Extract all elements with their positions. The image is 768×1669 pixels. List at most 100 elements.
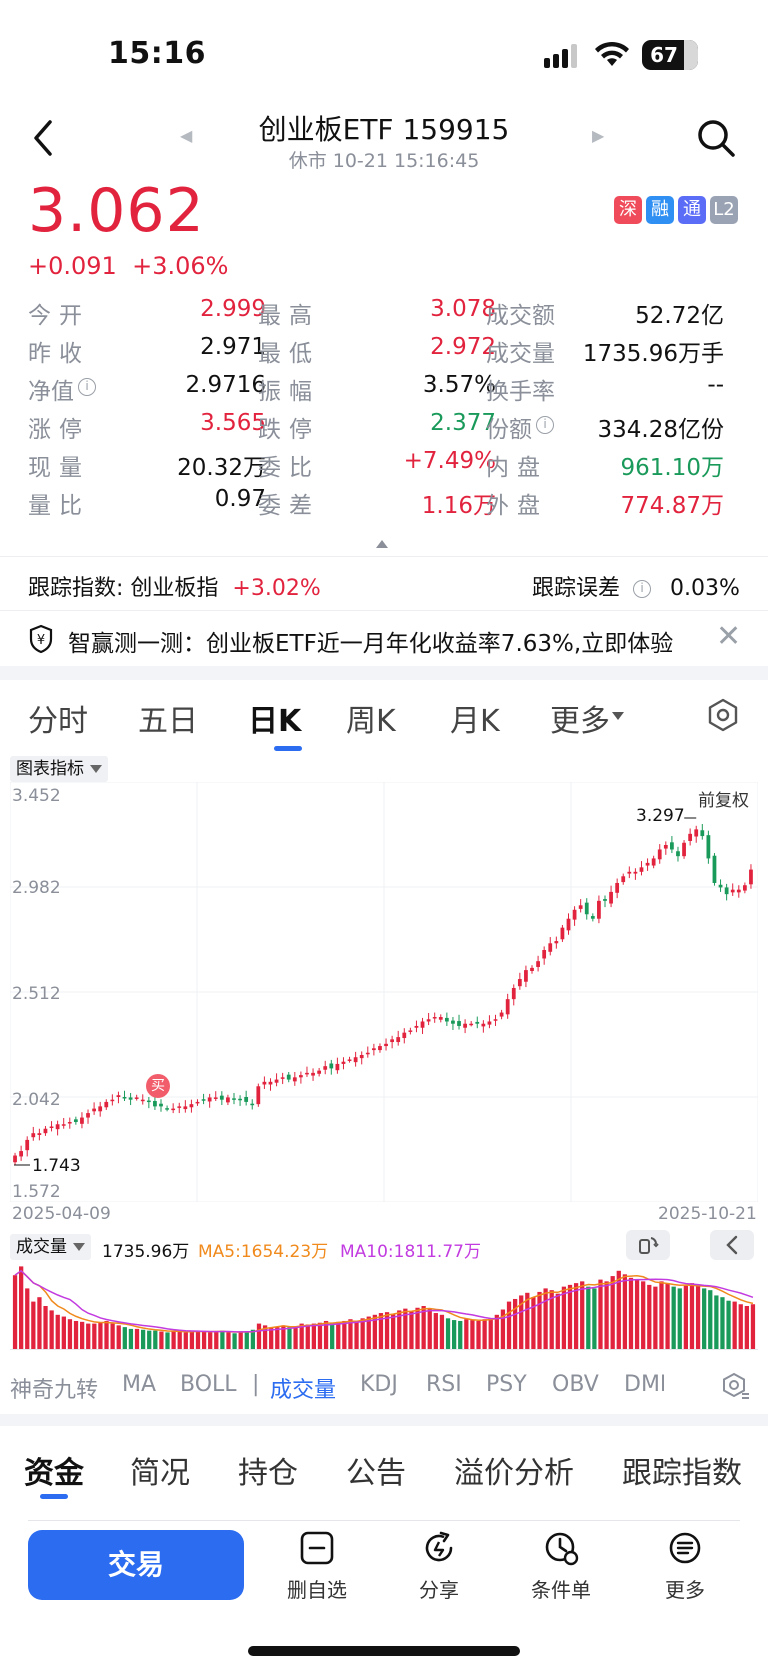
quote-row: 量比 0.97 委差 1.16万 外盘 774.87万 [28, 486, 740, 526]
volume-bar [445, 1318, 451, 1350]
candle-body [61, 1124, 66, 1126]
indicator-tab[interactable]: KDJ [360, 1372, 398, 1397]
indicator-tab[interactable]: PSY [486, 1372, 527, 1397]
indicator-tab[interactable]: RSI [426, 1372, 462, 1397]
volume-bar [189, 1331, 195, 1350]
volume-bar [250, 1329, 256, 1350]
quote-value-outer: 774.87万 [620, 493, 724, 519]
volume-bar [488, 1318, 493, 1350]
info-icon[interactable]: i [536, 416, 554, 434]
candle-body [590, 916, 595, 919]
quote-label-vol-ratio: 量比 [28, 493, 90, 519]
volume-bar [159, 1331, 164, 1350]
period-tab[interactable]: 更多 [550, 696, 610, 740]
candle-body [603, 899, 607, 901]
quote-label-inner: 内盘 [486, 455, 548, 481]
candle-body [457, 1021, 461, 1026]
candle-body [262, 1081, 267, 1085]
candle-body [286, 1074, 291, 1080]
promo-banner[interactable]: 智赢测一测：创业板ETF近一月年化收益率7.63%,立即体验 [68, 624, 673, 658]
volume-indicator-button[interactable]: 成交量 [10, 1234, 91, 1260]
candle-body [530, 967, 534, 971]
info-icon[interactable]: i [633, 580, 652, 598]
section-separator [0, 666, 768, 680]
period-tab[interactable]: 分时 [28, 696, 88, 740]
candle-body [201, 1099, 206, 1101]
indicator-tab[interactable]: OBV [552, 1372, 599, 1397]
detail-tab[interactable]: 简况 [130, 1448, 190, 1492]
volume-bar [415, 1307, 420, 1350]
volume-bar [311, 1323, 317, 1350]
period-tab[interactable]: 周K [346, 696, 396, 740]
detail-tab[interactable]: 跟踪指数 [622, 1448, 742, 1492]
candle-body [353, 1057, 358, 1063]
collapse-quote-icon[interactable] [376, 540, 388, 548]
caret-down-icon[interactable] [612, 712, 624, 720]
candle-body [420, 1021, 425, 1028]
volume-bar [98, 1322, 103, 1350]
candle-body [688, 833, 693, 841]
quote-row: 涨停 3.565 跌停 2.377 份额 i 334.28亿份 [28, 410, 740, 450]
collapse-chart-button[interactable] [710, 1230, 754, 1260]
detail-tab[interactable]: 公告 [346, 1448, 406, 1492]
candle-body [43, 1128, 48, 1134]
indicator-tab[interactable]: DMI [624, 1372, 664, 1397]
divider [0, 610, 768, 611]
period-tab[interactable]: 五日 [138, 696, 198, 740]
candle-body [378, 1046, 382, 1051]
chevron-left-icon [726, 1235, 738, 1255]
volume-bar [275, 1327, 280, 1350]
candle-body [524, 970, 528, 982]
adjust-mode-label[interactable]: 前复权 [698, 786, 749, 811]
remove-watchlist-button[interactable]: 删自选 [272, 1530, 362, 1603]
condition-order-button[interactable]: 条件单 [516, 1530, 606, 1603]
search-icon[interactable] [696, 118, 736, 158]
quote-label-shares: 份额 [486, 417, 532, 443]
indicator-settings-icon[interactable] [722, 1372, 750, 1400]
detail-tab[interactable]: 溢价分析 [454, 1448, 574, 1492]
quote-value-prev-close: 2.971 [200, 334, 266, 360]
volume-bar [317, 1322, 323, 1350]
candle-body [55, 1124, 60, 1130]
candle-body [73, 1119, 78, 1123]
candle-body [645, 862, 650, 866]
tracking-index[interactable]: 跟踪指数: 创业板指 +3.02% [28, 570, 321, 602]
indicator-tab[interactable]: MA [122, 1372, 156, 1397]
candlestick-chart[interactable] [10, 782, 758, 1202]
next-stock-button[interactable]: ▶ [592, 126, 604, 145]
volume-bar [702, 1288, 707, 1350]
candle-body [706, 835, 711, 859]
close-icon[interactable]: ✕ [716, 622, 741, 652]
indicator-tab[interactable]: 神奇九转 [10, 1372, 98, 1404]
rotate-icon [639, 1237, 659, 1254]
candle-body [566, 918, 571, 931]
volume-bar [427, 1308, 432, 1350]
candle-body [110, 1099, 115, 1102]
more-button[interactable]: 更多 [640, 1530, 730, 1603]
period-tab[interactable]: 月K [450, 696, 500, 740]
rotate-chart-button[interactable] [626, 1230, 670, 1260]
quote-value-order-diff: 1.16万 [421, 493, 496, 519]
trade-button[interactable]: 交易 [28, 1530, 244, 1600]
detail-tab[interactable]: 资金 [24, 1448, 84, 1492]
volume-bar [128, 1328, 134, 1350]
candle-body [554, 941, 559, 944]
buy-marker[interactable]: 买 [146, 1074, 170, 1098]
chart-indicator-button[interactable]: 图表指标 [10, 756, 108, 782]
volume-bar [208, 1332, 213, 1350]
indicator-tab[interactable]: 成交量 [270, 1372, 336, 1404]
quote-value-shares: 334.28亿份 [597, 417, 724, 443]
info-icon[interactable]: i [78, 378, 96, 396]
volume-bar [354, 1320, 359, 1350]
tracking-error: 跟踪误差 i 0.03% [532, 570, 740, 602]
quote-label-nav: 净值 [28, 379, 74, 405]
market-badge: 通 [678, 196, 706, 224]
volume-chart[interactable] [10, 1262, 758, 1350]
candle-body [244, 1097, 249, 1102]
settings-icon[interactable] [706, 698, 740, 732]
volume-bar [653, 1286, 658, 1350]
period-tab[interactable]: 日K [248, 696, 301, 740]
indicator-tab[interactable]: BOLL [180, 1372, 237, 1397]
detail-tab[interactable]: 持仓 [238, 1448, 298, 1492]
share-button[interactable]: 分享 [394, 1530, 484, 1603]
